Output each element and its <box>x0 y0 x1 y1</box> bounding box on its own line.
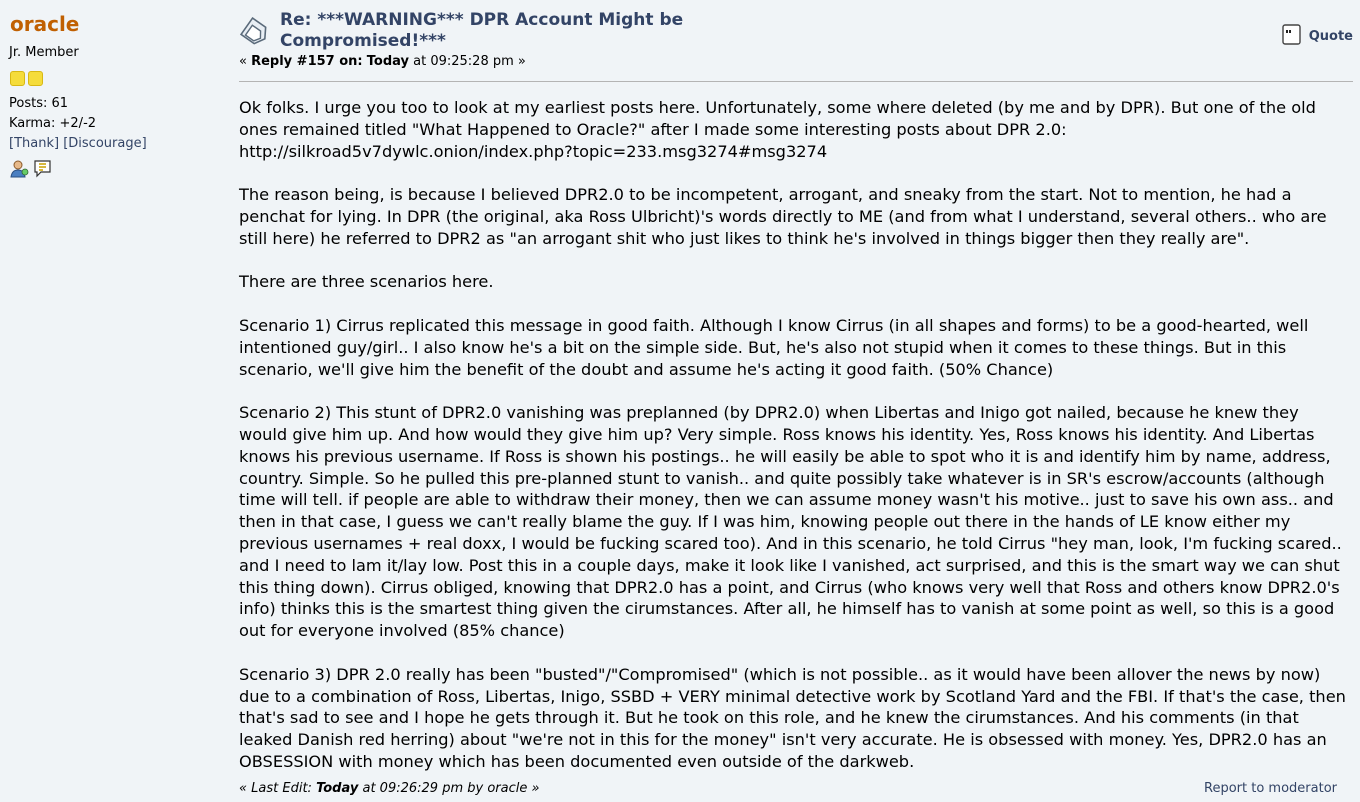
poster-post-count: Posts: 61 <box>9 96 69 111</box>
quote-icon <box>1282 24 1301 49</box>
poster-panel: oracle Jr. Member Posts: 61 Karma: +2/-2… <box>0 0 228 802</box>
reply-today: Today <box>366 54 409 69</box>
post-paragraph: Scenario 2) This stunt of DPR2.0 vanishi… <box>239 403 1342 641</box>
thank-link[interactable]: [Thank] <box>9 136 59 151</box>
quote-button[interactable]: Quote <box>1282 24 1353 49</box>
topic-icon <box>239 16 271 48</box>
profile-icon[interactable] <box>10 159 29 178</box>
edit-suffix: at 09:26:29 pm by oracle » <box>358 781 540 796</box>
poster-icons <box>10 159 52 178</box>
star-icon <box>10 71 25 86</box>
rank-stars <box>10 71 43 86</box>
post-paragraph: Scenario 1) Cirrus replicated this messa… <box>239 315 1309 379</box>
post-paragraph: The reason being, is because I believed … <box>239 185 1327 248</box>
discourage-link[interactable]: [Discourage] <box>63 136 146 151</box>
post-title[interactable]: Re: ***WARNING*** DPR Account Might be C… <box>280 10 720 52</box>
poster-karma: Karma: +2/-2 <box>9 116 97 131</box>
reply-time: at 09:25:28 pm » <box>409 54 526 69</box>
report-to-moderator-link[interactable]: Report to moderator <box>1204 781 1337 796</box>
reply-label[interactable]: Reply #157 on: <box>251 54 363 69</box>
poster-rank: Jr. Member <box>9 45 79 60</box>
post-body: Ok folks. I urge you too to look at my e… <box>239 97 1349 773</box>
reply-info: « Reply #157 on: Today at 09:25:28 pm » <box>239 54 526 69</box>
post-area: Re: ***WARNING*** DPR Account Might be C… <box>239 0 1353 802</box>
post-paragraph: Ok folks. I urge you too to look at my e… <box>239 98 1316 161</box>
poster-name[interactable]: oracle <box>10 12 79 36</box>
star-icon <box>28 71 43 86</box>
edit-prefix: « Last Edit: <box>239 781 317 796</box>
message-icon[interactable] <box>33 159 52 178</box>
karma-actions: [Thank] [Discourage] <box>9 136 147 151</box>
last-edit-info: « Last Edit: Today at 09:26:29 pm by ora… <box>239 781 540 796</box>
header-divider <box>239 81 1353 82</box>
post-paragraph: There are three scenarios here. <box>239 272 494 292</box>
post-paragraph: Scenario 3) DPR 2.0 really has been "bus… <box>239 664 1346 771</box>
reply-prefix: « <box>239 54 252 69</box>
edit-today: Today <box>316 781 359 796</box>
quote-label: Quote <box>1308 29 1353 44</box>
